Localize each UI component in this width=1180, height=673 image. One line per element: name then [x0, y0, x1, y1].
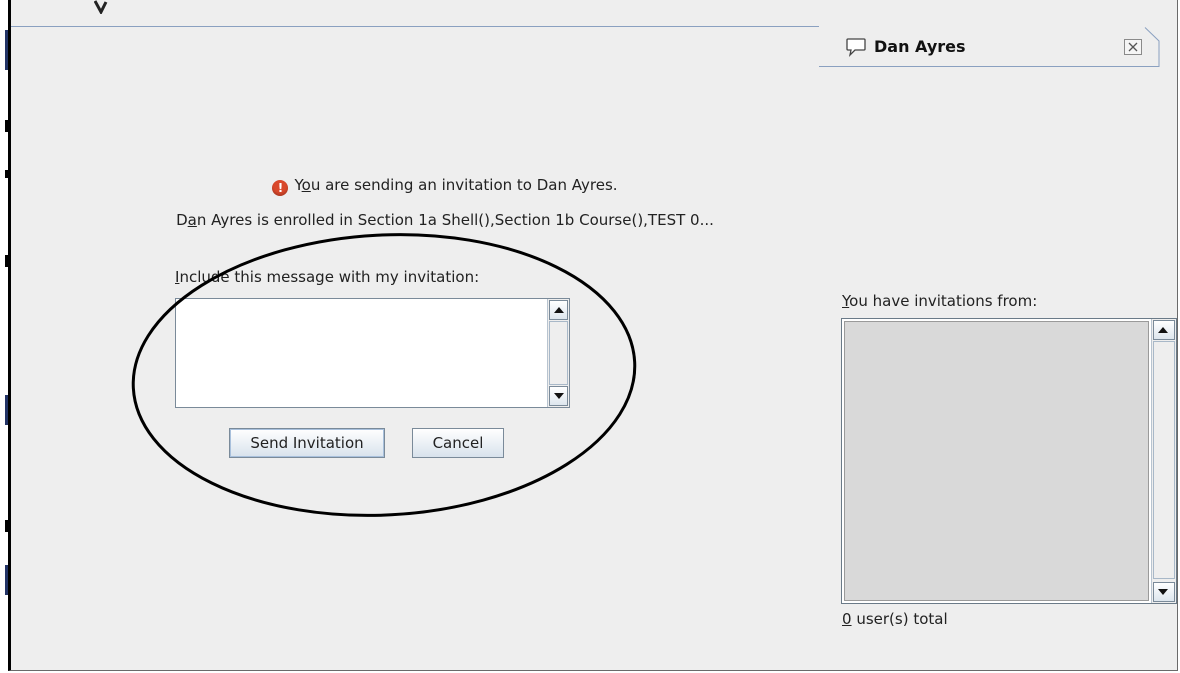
warning-icon: ! [272, 180, 289, 196]
invitations-label: You have invitations from: [842, 292, 1038, 310]
panel-divider [11, 26, 819, 27]
corner-arrow-icon [94, 0, 108, 14]
notice-mnemonic: o [301, 176, 311, 194]
scroll-down-button[interactable] [1153, 582, 1175, 602]
user-count: 0 user(s) total [842, 610, 948, 628]
arrow-up-icon [1158, 327, 1168, 333]
invitation-notice: ! You are sending an invitation to Dan Ay… [0, 176, 890, 196]
arrow-down-icon [1158, 589, 1168, 595]
invitations-list-area[interactable] [844, 321, 1149, 601]
scroll-track[interactable] [1153, 341, 1175, 579]
chat-tab-border [819, 27, 1160, 67]
chat-contact-name: Dan Ayres [874, 37, 966, 56]
invitations-scrollbar[interactable] [1151, 319, 1176, 603]
enrolled-mnemonic: a [187, 211, 197, 229]
close-chat-button[interactable] [1124, 39, 1142, 55]
speech-bubble-icon [846, 38, 866, 57]
highlight-ellipse [131, 233, 637, 517]
scroll-up-button[interactable] [1153, 320, 1175, 340]
invitations-list[interactable] [841, 318, 1177, 604]
chat-tab[interactable]: Dan Ayres [819, 27, 1160, 67]
close-icon [1128, 42, 1138, 52]
enrollment-info: Dan Ayres is enrolled in Section 1a Shel… [176, 211, 714, 229]
